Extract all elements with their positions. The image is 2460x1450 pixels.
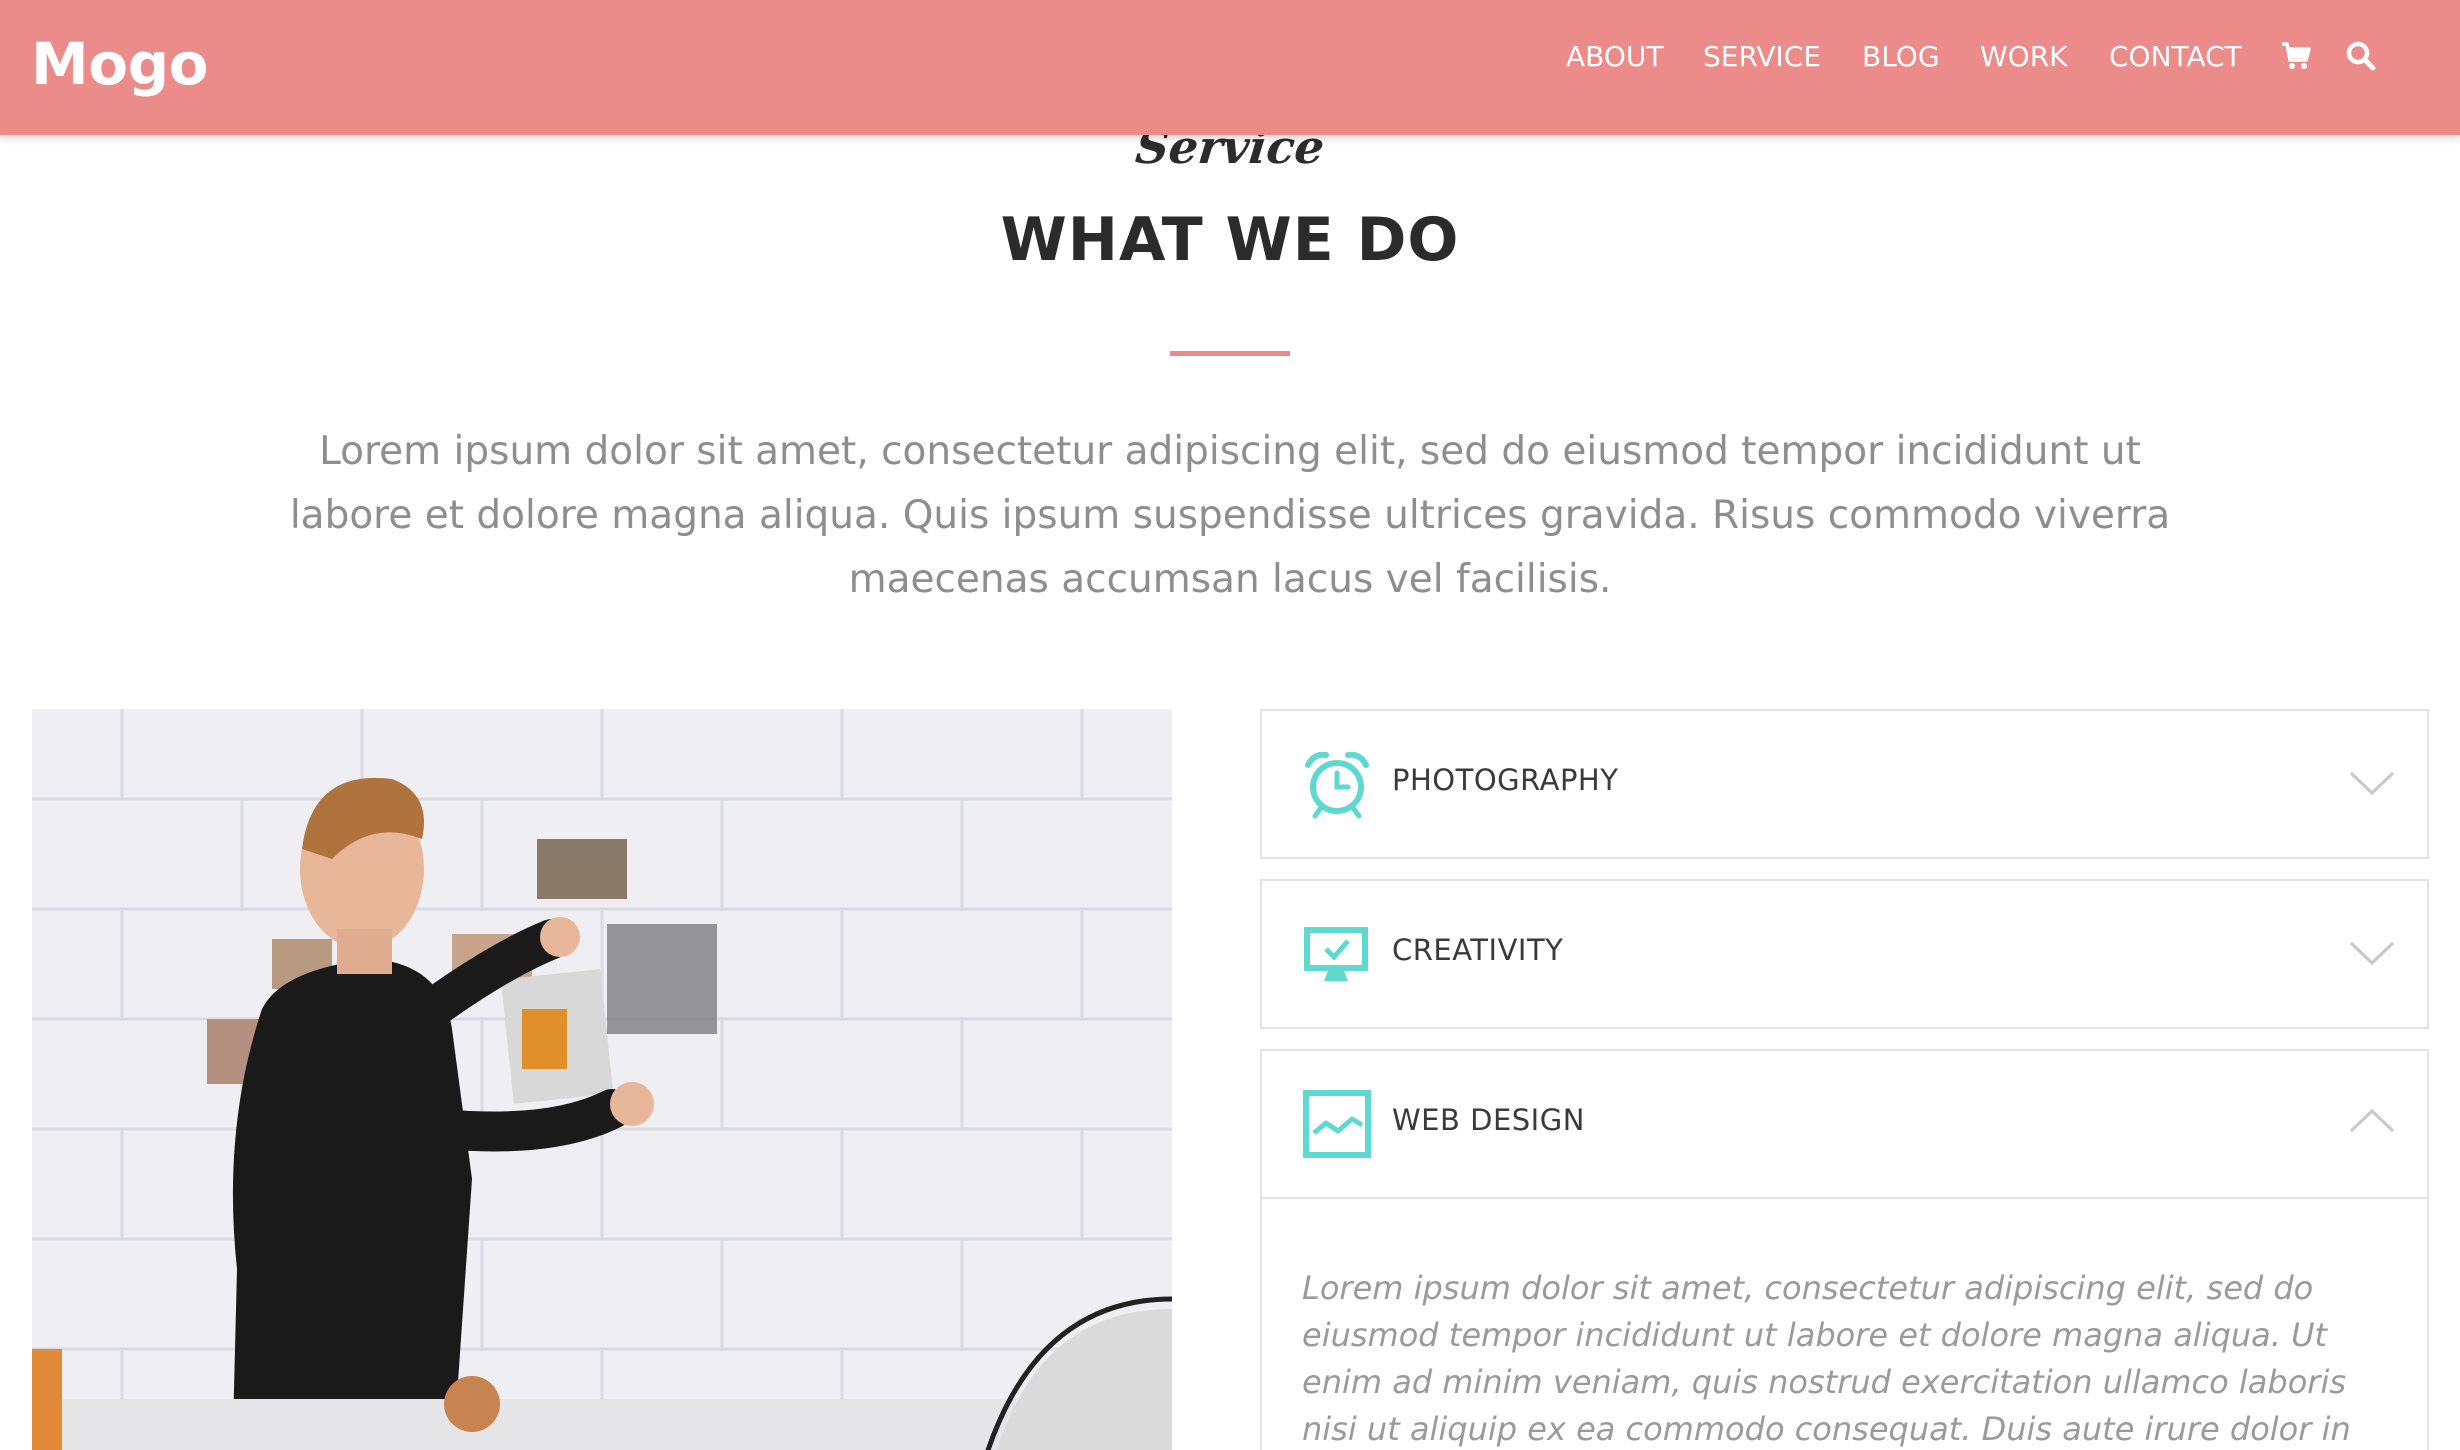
search-icon[interactable] bbox=[2345, 40, 2377, 72]
title-divider bbox=[1170, 351, 1290, 356]
nav-link-about[interactable]: ABOUT bbox=[1566, 40, 1664, 73]
nav-link-contact[interactable]: CONTACT bbox=[2109, 40, 2242, 73]
accordion-header-photography[interactable]: PHOTOGRAPHY bbox=[1262, 711, 2427, 857]
chevron-down-icon bbox=[2349, 771, 2395, 796]
cart-icon[interactable] bbox=[2280, 40, 2312, 72]
nav-link-work[interactable]: WORK bbox=[1980, 40, 2068, 73]
accordion-item-web-design: WEB DESIGN Lorem ipsum dolor sit amet, c… bbox=[1260, 1049, 2429, 1450]
nav-link-blog[interactable]: BLOG bbox=[1862, 40, 1940, 73]
accordion-item-photography: PHOTOGRAPHY bbox=[1260, 709, 2429, 859]
service-photo bbox=[32, 709, 1172, 1450]
line-chart-icon bbox=[1303, 1090, 1371, 1158]
site-logo[interactable]: Mogo bbox=[31, 30, 208, 98]
accordion-label-photography: PHOTOGRAPHY bbox=[1392, 763, 1619, 797]
accordion-body-web-design: Lorem ipsum dolor sit amet, consectetur … bbox=[1262, 1197, 2427, 1450]
accordion-header-web-design[interactable]: WEB DESIGN bbox=[1262, 1051, 2427, 1197]
accordion-header-creativity[interactable]: CREATIVITY bbox=[1262, 881, 2427, 1027]
section-intro: Lorem ipsum dolor sit amet, consectetur … bbox=[289, 429, 2171, 602]
man-at-wall-image bbox=[32, 709, 1172, 1450]
section-title: WHAT WE DO bbox=[1000, 205, 1460, 275]
monitor-check-icon bbox=[1304, 927, 1368, 981]
chevron-down-icon bbox=[2349, 941, 2395, 966]
chevron-up-icon bbox=[2349, 1108, 2395, 1133]
accordion-label-creativity: CREATIVITY bbox=[1392, 933, 1564, 967]
accordion-label-web-design: WEB DESIGN bbox=[1392, 1103, 1585, 1137]
site-header: Mogo ABOUT SERVICE BLOG WORK CONTACT bbox=[0, 0, 2460, 135]
alarm-clock-icon bbox=[1305, 751, 1369, 819]
accordion-item-creativity: CREATIVITY bbox=[1260, 879, 2429, 1029]
nav-link-service[interactable]: SERVICE bbox=[1703, 40, 1821, 73]
page: Mogo ABOUT SERVICE BLOG WORK CONTACT Ser… bbox=[0, 0, 2460, 1450]
